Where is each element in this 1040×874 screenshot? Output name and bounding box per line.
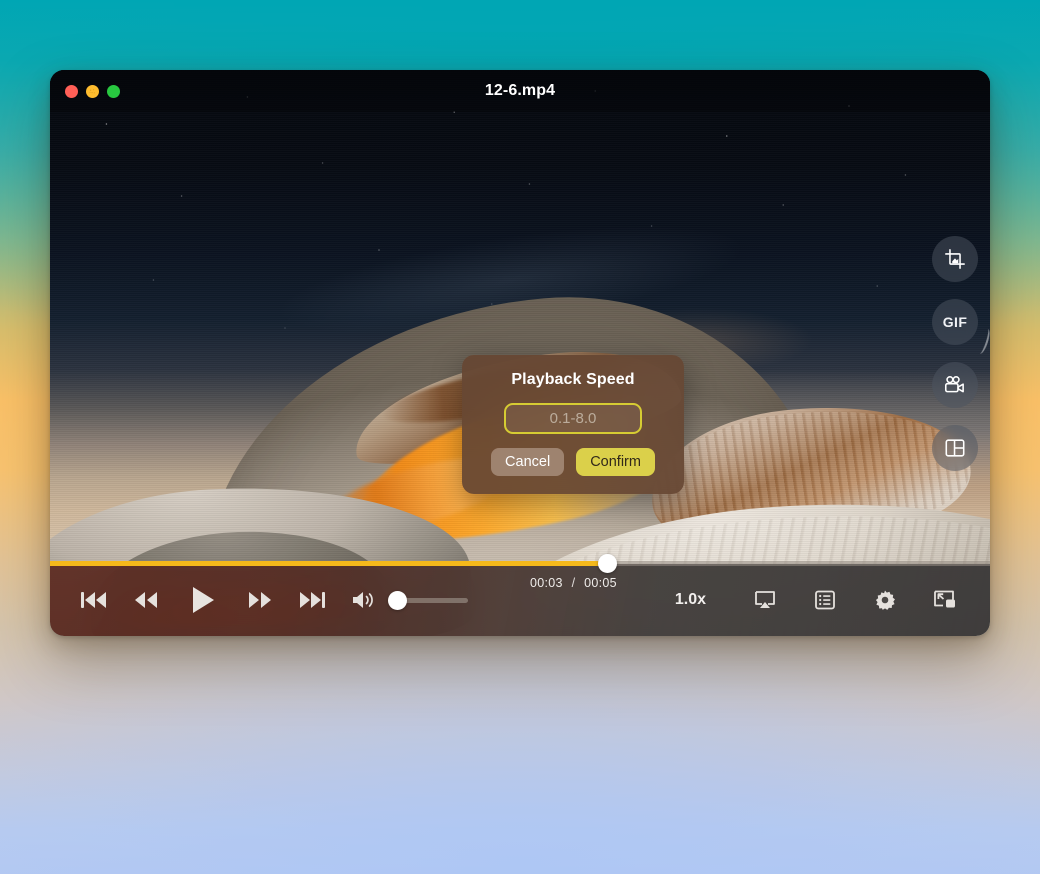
window-title: 12-6.mp4 xyxy=(50,82,990,100)
video-player-window: 12-6.mp4 GIF xyxy=(50,70,990,636)
time-separator: / xyxy=(572,576,576,590)
speaker-icon xyxy=(350,589,376,611)
gif-button[interactable]: GIF xyxy=(932,299,978,345)
video-surface[interactable] xyxy=(50,70,990,636)
crop-button[interactable] xyxy=(932,236,978,282)
skip-forward-icon xyxy=(298,589,326,611)
fast-forward-icon xyxy=(246,589,274,611)
secondary-controls: 1.0x xyxy=(665,575,990,625)
play-icon xyxy=(189,585,217,615)
airplay-button[interactable] xyxy=(740,575,790,625)
rewind-icon xyxy=(132,589,160,611)
gear-icon xyxy=(874,589,896,611)
volume-button[interactable] xyxy=(346,575,380,625)
playlist-button[interactable] xyxy=(800,575,850,625)
speed-indicator[interactable]: 1.0x xyxy=(665,587,716,613)
split-view-icon xyxy=(944,437,966,459)
playback-speed-dialog: Playback Speed Cancel Confirm xyxy=(462,355,684,494)
record-clip-button[interactable] xyxy=(932,362,978,408)
progress-handle[interactable] xyxy=(598,554,617,573)
pip-button[interactable] xyxy=(920,575,970,625)
skip-back-icon xyxy=(80,589,108,611)
maximize-button[interactable] xyxy=(107,85,120,98)
total-time: 00:05 xyxy=(584,576,617,590)
volume-slider[interactable] xyxy=(388,590,468,610)
player-control-bar: 00:03 / 00:05 xyxy=(50,564,990,636)
rewind-button[interactable] xyxy=(120,575,172,625)
speed-input[interactable] xyxy=(504,403,642,434)
play-button[interactable] xyxy=(172,575,234,625)
picture-in-picture-icon xyxy=(933,589,957,611)
settings-button[interactable] xyxy=(860,575,910,625)
traffic-light-group xyxy=(65,85,120,98)
transport-controls xyxy=(50,575,468,625)
volume-control xyxy=(346,575,468,625)
previous-button[interactable] xyxy=(68,575,120,625)
confirm-button[interactable]: Confirm xyxy=(576,448,655,476)
dialog-actions: Cancel Confirm xyxy=(480,448,666,476)
cancel-button[interactable]: Cancel xyxy=(491,448,564,476)
side-tool-rail: GIF xyxy=(932,236,978,471)
current-time: 00:03 xyxy=(530,576,563,590)
playlist-icon xyxy=(814,589,836,611)
progress-scrubber[interactable] xyxy=(50,561,990,566)
fast-forward-button[interactable] xyxy=(234,575,286,625)
minimize-button[interactable] xyxy=(86,85,99,98)
gif-label: GIF xyxy=(943,314,968,330)
volume-handle[interactable] xyxy=(388,591,407,610)
close-button[interactable] xyxy=(65,85,78,98)
split-view-button[interactable] xyxy=(932,425,978,471)
crop-icon xyxy=(944,248,966,270)
title-bar: 12-6.mp4 xyxy=(50,70,990,112)
dialog-title: Playback Speed xyxy=(480,371,666,389)
progress-fill xyxy=(50,561,607,566)
airplay-icon xyxy=(753,589,777,611)
time-display: 00:03 / 00:05 xyxy=(530,576,617,590)
next-button[interactable] xyxy=(286,575,338,625)
video-camera-icon xyxy=(943,374,967,396)
